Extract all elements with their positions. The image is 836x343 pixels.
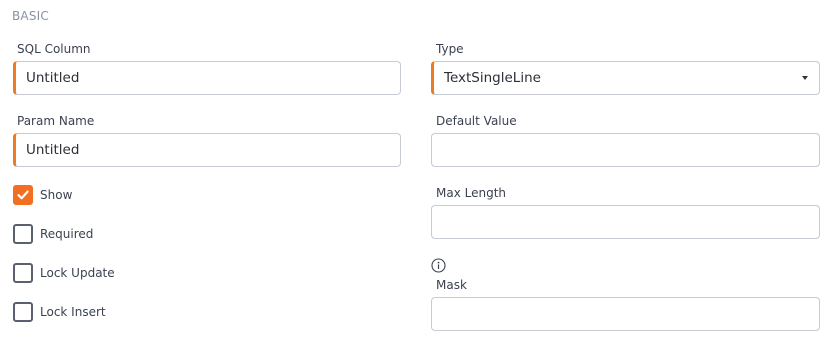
sql-column-label: SQL Column <box>17 42 91 56</box>
max-length-input[interactable] <box>431 205 820 239</box>
checkbox-row-required[interactable]: Required <box>13 224 93 244</box>
lock-update-checkbox[interactable] <box>13 263 33 283</box>
checkbox-row-lock-update[interactable]: Lock Update <box>13 263 115 283</box>
show-label: Show <box>40 188 73 202</box>
type-label: Type <box>436 42 464 56</box>
default-value-label: Default Value <box>436 114 517 128</box>
param-name-input[interactable]: Untitled <box>13 133 401 167</box>
checkbox-row-show[interactable]: Show <box>13 185 72 205</box>
lock-update-label: Lock Update <box>40 266 115 280</box>
caret-down-icon <box>802 76 808 80</box>
show-checkbox[interactable] <box>13 185 33 205</box>
required-checkbox[interactable] <box>13 224 33 244</box>
sql-column-input[interactable]: Untitled <box>13 61 401 95</box>
required-label: Required <box>40 227 94 241</box>
param-name-label: Param Name <box>17 114 95 128</box>
type-select[interactable]: TextSingleLine <box>431 61 820 95</box>
checkbox-row-lock-insert[interactable]: Lock Insert <box>13 302 106 322</box>
default-value-input[interactable] <box>431 133 820 167</box>
checkmark-icon <box>17 190 29 200</box>
lock-insert-checkbox[interactable] <box>13 302 33 322</box>
mask-label: Mask <box>436 278 467 292</box>
info-circle-icon[interactable] <box>431 258 446 273</box>
mask-input[interactable] <box>431 297 820 331</box>
section-title: BASIC <box>12 9 49 23</box>
type-select-value: TextSingleLine <box>444 70 541 86</box>
lock-insert-label: Lock Insert <box>40 305 106 319</box>
max-length-label: Max Length <box>436 186 507 200</box>
